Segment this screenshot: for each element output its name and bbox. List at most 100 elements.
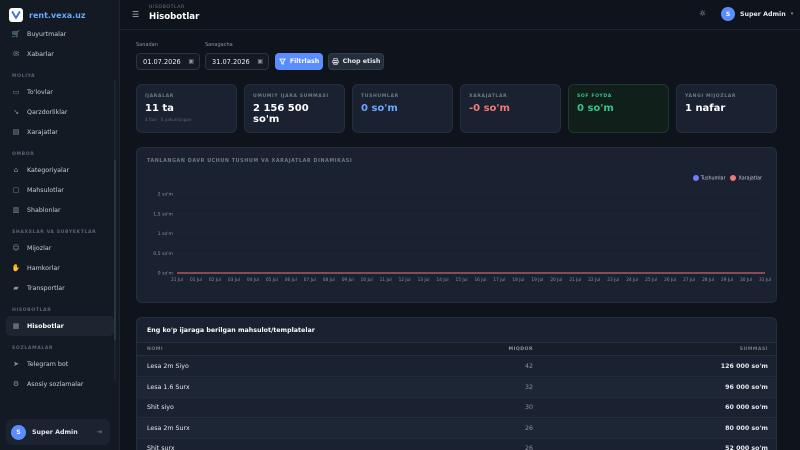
x-tick-label: 30 Jul <box>740 277 752 283</box>
table-row[interactable]: Shit surx 26 52 000 so'm <box>137 439 776 450</box>
chart-panel: 0 so'm 0,5 so'm 1 so'm 1,5 so'm 2 so'm 21 Jul… <box>136 147 777 303</box>
sidebar-item-transportlar[interactable]: ▰ Transportlar <box>0 278 120 298</box>
x-tick-label: 06 Jul <box>285 277 297 283</box>
table-row[interactable]: Lesa 2m Siyo 42 126 000 so'm <box>137 357 776 377</box>
from-date-input[interactable]: 01.07.2026 ▣ <box>136 53 200 70</box>
filter-button-label: Filtrlash <box>289 58 320 65</box>
x-tick-label: 21 Jul <box>171 277 183 283</box>
stat-value: 1 nafar <box>685 103 726 114</box>
sidebar-section-title: SHAXSLAR VA SUBYEKTLAR <box>12 230 97 235</box>
x-tick-label: 03 Jul <box>228 277 240 283</box>
chart-title: TANLANGAN DAVR UCHUN TUSHUM VA XARAJATLA… <box>147 159 353 164</box>
x-tick-label: 08 Jul <box>323 277 335 283</box>
brand-logo-icon <box>9 8 23 22</box>
column-header-name[interactable]: NOMI <box>147 343 163 355</box>
sidebar-item-hamkorlar[interactable]: ✋ Hamkorlar <box>0 258 120 278</box>
template-icon: ▥ <box>12 206 20 214</box>
user-menu[interactable]: S Super Admin ▾ <box>721 7 793 21</box>
product-count: 32 <box>524 383 533 391</box>
stat-card: XARAJATLAR -0 so'm <box>460 84 561 133</box>
product-name: Lesa 1.6 Surx <box>147 383 190 391</box>
table-row[interactable]: Lesa 1.6 Surx 32 96 000 so'm <box>137 377 776 398</box>
sidebar-scroll-thumb[interactable] <box>114 160 116 340</box>
filter-button[interactable]: Filtrlash <box>275 53 323 70</box>
sidebar-item-xarajatlar[interactable]: ▤ Xarajatlar <box>0 122 120 142</box>
sidebar-item-xabarlar[interactable]: ✉ Xabarlar <box>0 44 120 64</box>
box-icon: ▢ <box>12 186 20 194</box>
column-header-sum[interactable]: SUMMASI <box>740 343 768 355</box>
legend-dot <box>692 175 699 181</box>
sidebar-item-label: Hamkorlar <box>27 264 60 272</box>
filter-icon <box>279 58 286 65</box>
x-tick-label: 24 Jul <box>626 277 638 283</box>
sidebar-section-title: HISOBOTLAR <box>12 308 52 313</box>
x-tick-label: 26 Jul <box>664 277 676 283</box>
sun-icon[interactable]: ☼ <box>699 9 706 18</box>
to-date-label: Sanagacha <box>205 42 233 48</box>
stat-card: YANGI MIJOZLAR 1 nafar <box>676 84 777 133</box>
cart-icon: 🛒 <box>11 30 21 38</box>
stat-card: TUSHUMLAR 0 so'm <box>352 84 453 133</box>
menu-icon[interactable]: ☰ <box>132 10 139 19</box>
table-row[interactable]: Lesa 2m Surx 26 80 000 so'm <box>137 418 776 439</box>
x-tick-label: 20 Jul <box>550 277 562 283</box>
sidebar-item-buyurtmalar[interactable]: 🛒 Buyurtmalar <box>0 24 120 44</box>
stat-subtext: 4 faol · 6 yakunlangan <box>145 117 192 122</box>
stat-label: YANGI MIJOZLAR <box>685 94 737 99</box>
print-button[interactable]: Chop etish <box>328 53 384 70</box>
sidebar-item-label: Transportlar <box>27 284 65 292</box>
sidebar-scrollbar[interactable] <box>114 80 116 380</box>
sidebar-item-label: Kategoriyalar <box>27 166 70 174</box>
mail-icon: ✉ <box>13 50 19 58</box>
sidebar-item-label: Xarajatlar <box>27 128 58 136</box>
x-tick-label: 02 Jul <box>209 277 221 283</box>
sidebar-item-asosiy-sozlamalar[interactable]: ⚙ Asosiy sozlamalar <box>0 374 120 394</box>
legend-item[interactable]: Tushumlar <box>692 175 725 182</box>
x-tick-label: 01 Jul <box>190 277 202 283</box>
calendar-icon: ▣ <box>188 58 194 65</box>
sidebar-item-mahsulotlar[interactable]: ▢ Mahsulotlar <box>0 180 120 200</box>
product-name: Shit surx <box>147 445 175 450</box>
x-tick-label: 16 Jul <box>474 277 486 283</box>
logout-icon[interactable]: ⇥ <box>97 428 102 436</box>
x-tick-label: 28 Jul <box>702 277 714 283</box>
sidebar-item-shablonlar[interactable]: ▥ Shablonlar <box>0 200 120 220</box>
y-tick-label: 2 so'm <box>158 192 174 198</box>
stat-label: XARAJATLAR <box>469 94 508 99</box>
sidebar-item-label: Asosiy sozlamalar <box>27 380 84 388</box>
sidebar-item-hisobotlar[interactable]: ▦ Hisobotlar <box>6 316 114 336</box>
sidebar-item-label: Xabarlar <box>27 50 54 58</box>
trend-down-icon: ↘ <box>13 108 19 116</box>
brand[interactable]: rent.vexa.uz <box>9 8 86 22</box>
sidebar-item-telegram-bot[interactable]: ➤ Telegram bot <box>0 354 120 374</box>
printer-icon <box>331 58 339 65</box>
calendar-icon: ▣ <box>257 58 263 65</box>
sidebar-item-qarzdorliklar[interactable]: ↘ Qarzdorliklar <box>0 102 120 122</box>
stat-value: 11 ta <box>145 103 174 114</box>
product-name: Shit siyo <box>147 404 174 411</box>
users-icon: ☺ <box>12 244 20 252</box>
x-tick-label: 07 Jul <box>304 277 316 283</box>
sidebar-item-to-lovlar[interactable]: ▭ To'lovlar <box>0 82 120 102</box>
product-sum: 80 000 so'm <box>725 424 768 432</box>
sidebar-item-label: Hisobotlar <box>27 322 64 330</box>
table-row[interactable]: Shit siyo 30 60 000 so'm <box>137 398 776 418</box>
to-date-input[interactable]: 31.07.2026 ▣ <box>205 53 269 70</box>
breadcrumb: HISOBOTLAR <box>149 5 185 10</box>
legend-item[interactable]: Xarajatlar <box>730 175 762 182</box>
brand-name: rent.vexa.uz <box>29 10 86 20</box>
sidebar-item-mijozlar[interactable]: ☺ Mijozlar <box>0 238 120 258</box>
stat-value: 2 156 500 so'm <box>253 103 309 125</box>
sidebar-item-label: Mahsulotlar <box>27 186 64 194</box>
sidebar-user-card[interactable]: S Super Admin ⇥ <box>6 419 110 445</box>
sidebar-section-title: SOZLAMALAR <box>12 346 54 351</box>
top-products-table: Eng ko'p ijaraga berilgan mahsulot/templ… <box>136 317 777 450</box>
product-sum: 52 000 so'm <box>725 445 768 450</box>
tag-icon: ⌂ <box>13 166 19 174</box>
sidebar-item-kategoriyalar[interactable]: ⌂ Kategoriyalar <box>0 160 120 180</box>
product-name: Lesa 2m Surx <box>147 424 190 432</box>
x-tick-label: 12 Jul <box>399 277 411 283</box>
chevron-down-icon: ▾ <box>790 11 794 17</box>
column-header-count[interactable]: MIQDOR <box>509 343 533 355</box>
from-date-value: 01.07.2026 <box>143 57 181 66</box>
